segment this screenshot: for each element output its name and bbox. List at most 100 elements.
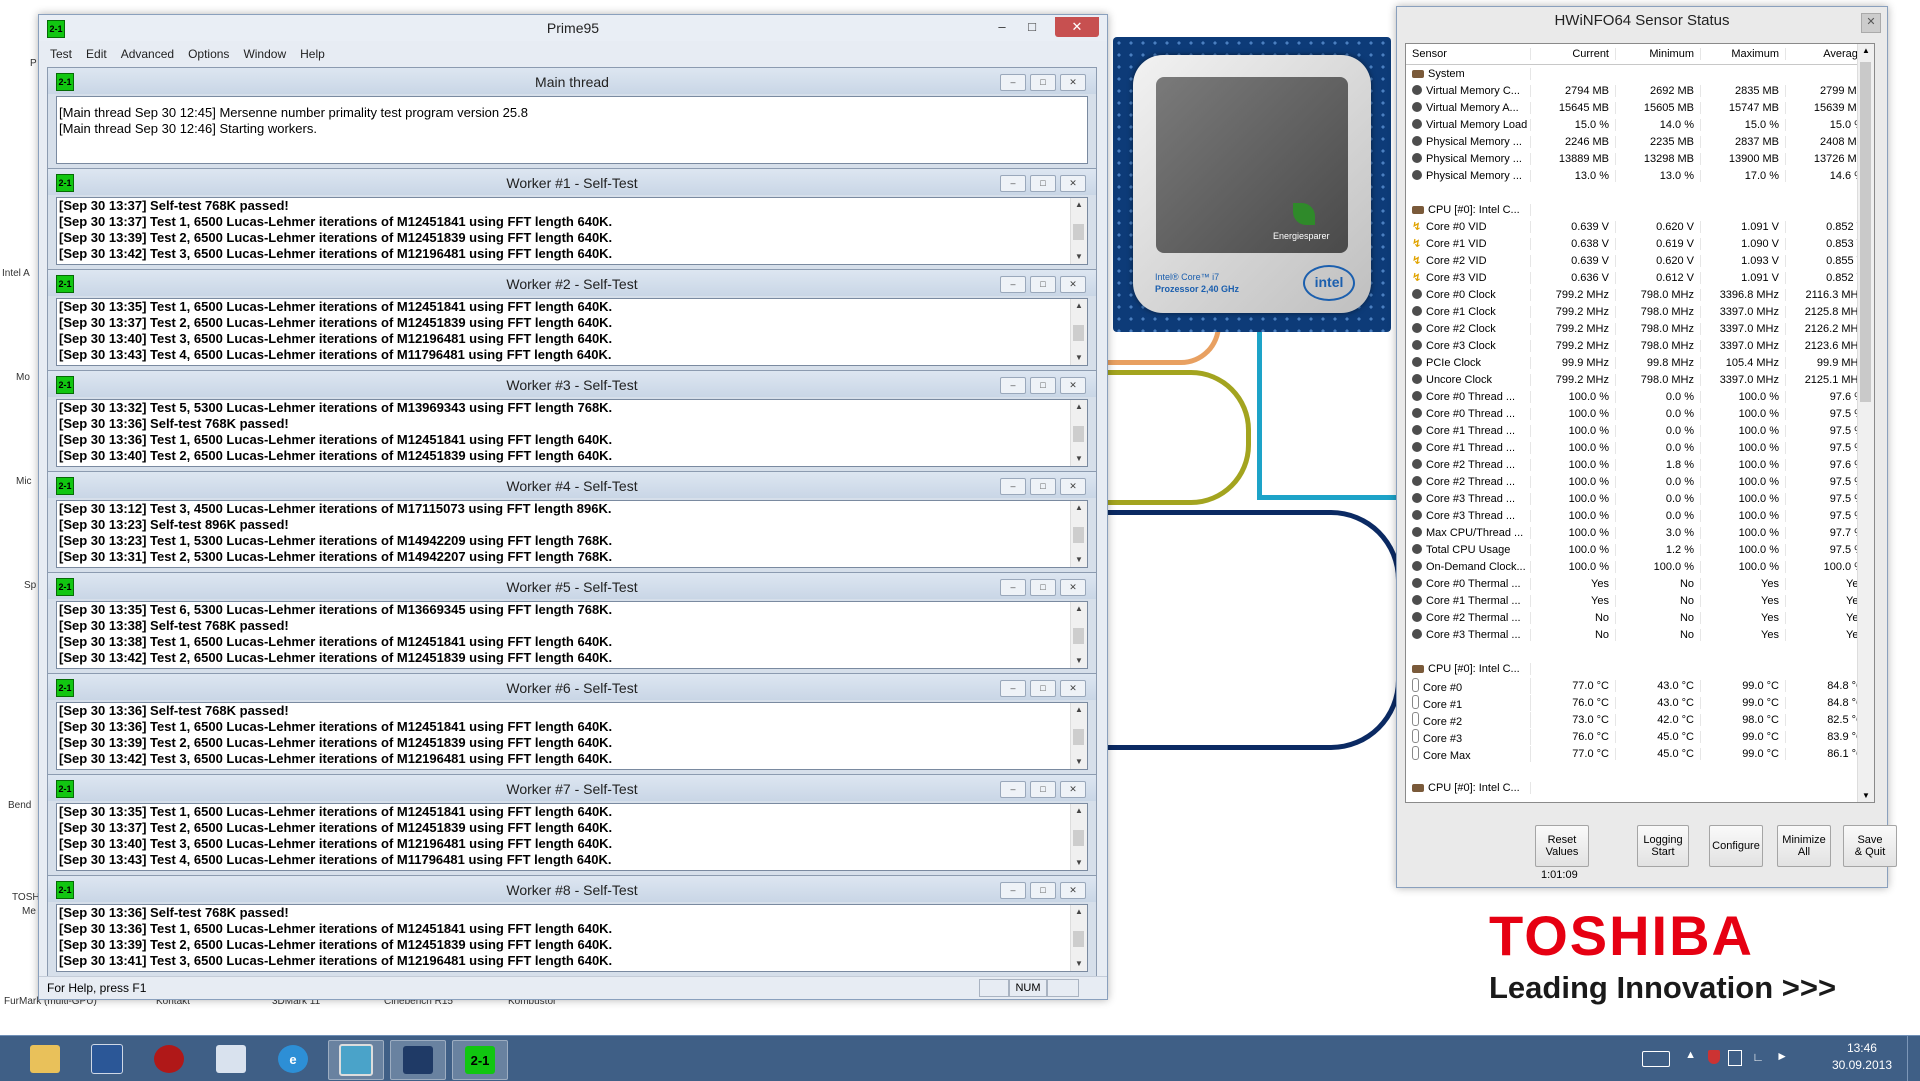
worker-window[interactable]: 2-1 Worker #2 - Self-Test – □ ✕ [Sep 30 13:35…	[47, 269, 1097, 371]
child-restore-button[interactable]: □	[1030, 680, 1056, 697]
scroll-up-icon[interactable]: ▲	[1071, 198, 1087, 212]
menu-help[interactable]: Help	[293, 45, 332, 65]
child-titlebar[interactable]: 2-1 Worker #4 - Self-Test – □ ✕	[48, 472, 1096, 498]
scroll-up-icon[interactable]: ▲	[1071, 804, 1087, 818]
desktop-label[interactable]: Intel A	[2, 268, 30, 279]
child-restore-button[interactable]: □	[1030, 478, 1056, 495]
sensor-row[interactable]: Core #2 Thermal ... No No Yes Yes	[1406, 609, 1874, 626]
sensor-row[interactable]: Physical Memory ... 13.0 % 13.0 % 17.0 % 14.…	[1406, 167, 1874, 184]
column-header-current[interactable]: Current	[1531, 48, 1616, 60]
show-desktop-button[interactable]	[1907, 1036, 1920, 1081]
desktop-label[interactable]: Bend	[8, 800, 31, 811]
log-scrollbar[interactable]: ▲ ▼	[1070, 198, 1087, 264]
maximize-button[interactable]: □	[1019, 17, 1045, 37]
log-scrollbar[interactable]: ▲ ▼	[1070, 804, 1087, 870]
sensor-row[interactable]: On-Demand Clock... 100.0 % 100.0 % 100.0 % 1…	[1406, 558, 1874, 575]
child-titlebar[interactable]: 2-1 Worker #7 - Self-Test – □ ✕	[48, 775, 1096, 801]
keyboard-icon[interactable]	[1642, 1051, 1670, 1067]
scrollbar-thumb[interactable]	[1073, 224, 1084, 240]
taskbar-internet-explorer[interactable]: e	[266, 1040, 320, 1078]
desktop-label[interactable]: TOSH	[12, 892, 40, 903]
taskbar-file-explorer[interactable]	[18, 1040, 72, 1078]
sensor-row[interactable]: Core #0 77.0 °C 43.0 °C 99.0 °C 84.8 °C	[1406, 677, 1874, 694]
child-titlebar[interactable]: 2-1 Main thread – □ ✕	[48, 68, 1096, 94]
sensor-row[interactable]: Core #1 Thread ... 100.0 % 0.0 % 100.0 % 97.…	[1406, 422, 1874, 439]
sensor-group-row[interactable]: System	[1406, 65, 1874, 82]
sensor-scrollbar[interactable]: ▲ ▼	[1857, 44, 1874, 802]
scrollbar-thumb[interactable]	[1073, 931, 1084, 947]
reset-values-button[interactable]: Reset Values	[1535, 825, 1589, 867]
desktop-label[interactable]: Sp	[24, 580, 36, 591]
close-button[interactable]: ✕	[1861, 13, 1881, 33]
log-scrollbar[interactable]: ▲ ▼	[1070, 703, 1087, 769]
column-header-minimum[interactable]: Minimum	[1616, 48, 1701, 60]
sensor-row[interactable]: ↯ Core #3 VID 0.636 V 0.612 V 1.091 V 0.852 V	[1406, 269, 1874, 286]
scroll-up-icon[interactable]: ▲	[1071, 703, 1087, 717]
prime95-titlebar[interactable]: 2-1 Prime95 – □ ✕	[39, 15, 1107, 41]
sensor-row[interactable]: Core #1 Thermal ... Yes No Yes Yes	[1406, 592, 1874, 609]
child-close-button[interactable]: ✕	[1060, 175, 1086, 192]
child-minimize-button[interactable]: –	[1000, 478, 1026, 495]
sensor-row[interactable]: Core #2 Thread ... 100.0 % 1.8 % 100.0 % 97.…	[1406, 456, 1874, 473]
main-thread-window[interactable]: 2-1 Main thread – □ ✕ [Main thread Sep 30 12:…	[47, 67, 1097, 169]
child-close-button[interactable]: ✕	[1060, 377, 1086, 394]
power-icon[interactable]	[1728, 1050, 1742, 1066]
hwinfo-window[interactable]: HWiNFO64 Sensor Status ✕ Sensor Current …	[1396, 6, 1897, 888]
scroll-up-icon[interactable]: ▲	[1071, 602, 1087, 616]
sensor-row[interactable]: Virtual Memory C... 2794 MB 2692 MB 2835 MB…	[1406, 82, 1874, 99]
menu-window[interactable]: Window	[236, 45, 293, 65]
taskbar-prime95[interactable]: 2-1	[452, 1040, 508, 1080]
scroll-down-icon[interactable]: ▼	[1071, 957, 1087, 971]
worker-window[interactable]: 2-1 Worker #1 - Self-Test – □ ✕ [Sep 30 13:37…	[47, 168, 1097, 270]
sensor-row[interactable]: Physical Memory ... 13889 MB 13298 MB 13900…	[1406, 150, 1874, 167]
menu-options[interactable]: Options	[181, 45, 236, 65]
sensor-table[interactable]: Sensor Current Minimum Maximum Average S…	[1405, 43, 1875, 803]
scrollbar-thumb[interactable]	[1073, 729, 1084, 745]
scroll-down-icon[interactable]: ▼	[1071, 250, 1087, 264]
scroll-up-icon[interactable]: ▲	[1858, 46, 1874, 55]
scroll-down-icon[interactable]: ▼	[1071, 553, 1087, 567]
scrollbar-thumb[interactable]	[1073, 325, 1084, 341]
scroll-down-icon[interactable]: ▼	[1071, 654, 1087, 668]
child-restore-button[interactable]: □	[1030, 882, 1056, 899]
sensor-group-row[interactable]: CPU [#0]: Intel C...	[1406, 660, 1874, 677]
scroll-up-icon[interactable]: ▲	[1071, 905, 1087, 919]
taskbar-messenger[interactable]	[204, 1040, 258, 1078]
sensor-row[interactable]: Core #2 Clock 799.2 MHz 798.0 MHz 3397.0 MH…	[1406, 320, 1874, 337]
child-titlebar[interactable]: 2-1 Worker #1 - Self-Test – □ ✕	[48, 169, 1096, 195]
sensor-row[interactable]: Core #3 Thread ... 100.0 % 0.0 % 100.0 % 97.…	[1406, 490, 1874, 507]
sensor-group-row[interactable]: CPU [#0]: Intel C...	[1406, 201, 1874, 218]
desktop-label[interactable]: Mo	[16, 372, 30, 383]
taskbar-remote-desktop[interactable]	[80, 1040, 134, 1078]
child-minimize-button[interactable]: –	[1000, 74, 1026, 91]
column-header-sensor[interactable]: Sensor	[1406, 48, 1531, 60]
log-scrollbar[interactable]: ▲ ▼	[1070, 905, 1087, 971]
log-output[interactable]: [Sep 30 13:35] Test 1, 6500 Lucas-Lehmer…	[56, 298, 1088, 366]
log-output[interactable]: [Sep 30 13:36] Self-test 768K passed! [Se…	[56, 904, 1088, 972]
shield-icon[interactable]	[1708, 1050, 1720, 1064]
close-button[interactable]: ✕	[1055, 17, 1099, 37]
sensor-row[interactable]: Core #0 Clock 799.2 MHz 798.0 MHz 3396.8 MH…	[1406, 286, 1874, 303]
taskbar-monitor-app[interactable]	[328, 1040, 384, 1080]
worker-window[interactable]: 2-1 Worker #4 - Self-Test – □ ✕ [Sep 30 13:12…	[47, 471, 1097, 573]
child-restore-button[interactable]: □	[1030, 276, 1056, 293]
sensor-group-row[interactable]: CPU [#0]: Intel C...	[1406, 779, 1874, 796]
sensor-row[interactable]: ↯ Core #1 VID 0.638 V 0.619 V 1.090 V 0.853 V	[1406, 235, 1874, 252]
child-titlebar[interactable]: 2-1 Worker #5 - Self-Test – □ ✕	[48, 573, 1096, 599]
log-output[interactable]: [Sep 30 13:36] Self-test 768K passed! [Se…	[56, 702, 1088, 770]
log-output[interactable]: [Sep 30 13:32] Test 5, 5300 Lucas-Lehmer…	[56, 399, 1088, 467]
sensor-row[interactable]: Physical Memory ... 2246 MB 2235 MB 2837 MB…	[1406, 133, 1874, 150]
child-titlebar[interactable]: 2-1 Worker #3 - Self-Test – □ ✕	[48, 371, 1096, 397]
child-restore-button[interactable]: □	[1030, 377, 1056, 394]
hwinfo-titlebar[interactable]: HWiNFO64 Sensor Status ✕	[1397, 7, 1887, 33]
prime95-window[interactable]: 2-1 Prime95 – □ ✕ Test Edit Advanced Opt…	[38, 14, 1108, 1000]
child-minimize-button[interactable]: –	[1000, 680, 1026, 697]
configure-button[interactable]: Configure	[1709, 825, 1763, 867]
save-quit-button[interactable]: Save & Quit	[1843, 825, 1897, 867]
sensor-row[interactable]: Core #0 Thread ... 100.0 % 0.0 % 100.0 % 97.…	[1406, 405, 1874, 422]
sensor-row[interactable]: Uncore Clock 799.2 MHz 798.0 MHz 3397.0 MHz…	[1406, 371, 1874, 388]
child-minimize-button[interactable]: –	[1000, 781, 1026, 798]
log-scrollbar[interactable]: ▲ ▼	[1070, 602, 1087, 668]
child-close-button[interactable]: ✕	[1060, 781, 1086, 798]
sensor-row[interactable]: Core Max 77.0 °C 45.0 °C 99.0 °C 86.1 °C	[1406, 745, 1874, 762]
